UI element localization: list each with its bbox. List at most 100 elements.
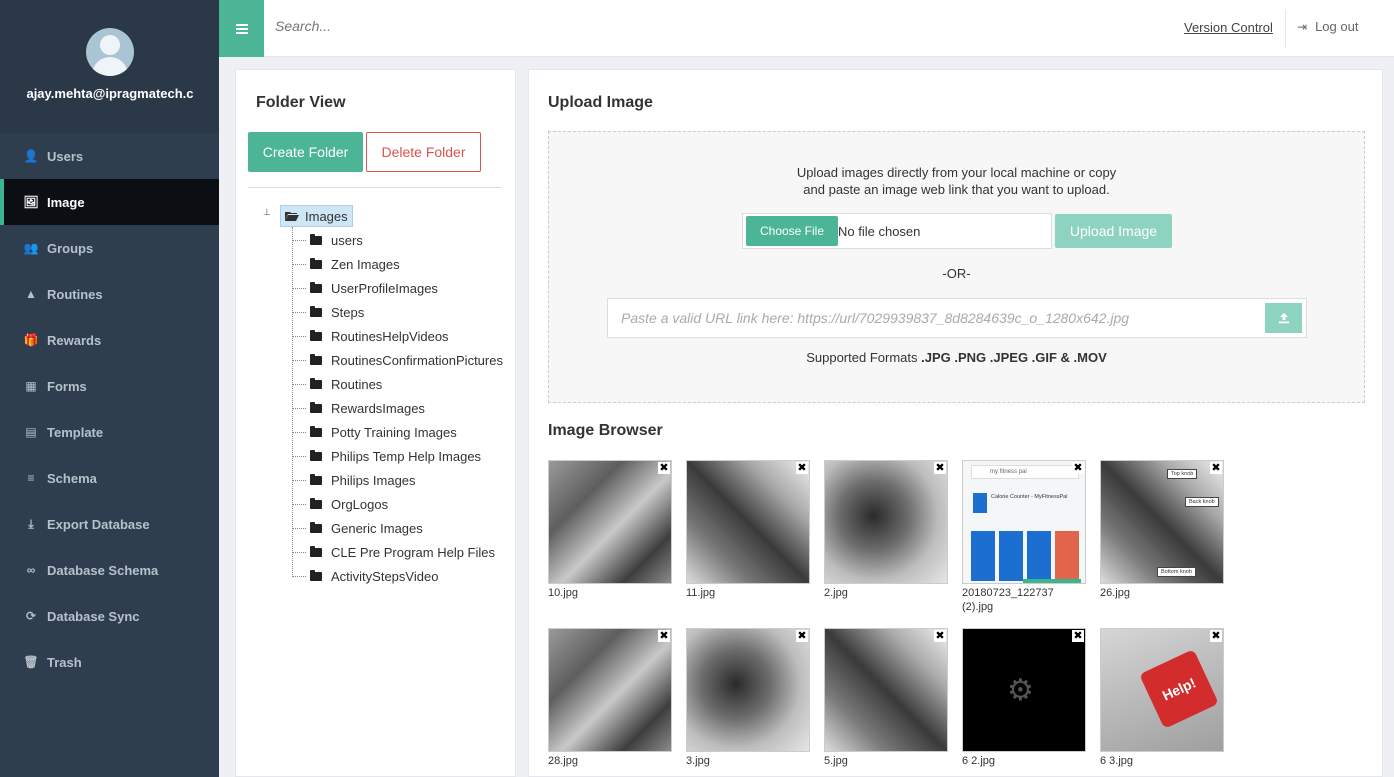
- folder-icon: [310, 449, 322, 461]
- or-separator: -OR-: [942, 266, 971, 281]
- image-thumbnail[interactable]: my fitness pal Calorie Counter - MyFitnes…: [962, 460, 1086, 614]
- folder-icon: [310, 545, 322, 557]
- logout-icon: ⇥: [1297, 19, 1308, 34]
- url-placeholder: Paste a valid URL link here: https://url…: [621, 310, 1130, 326]
- tree-folder-item[interactable]: Philips Images: [310, 470, 416, 490]
- upload-title: Upload Image: [548, 94, 653, 111]
- folder-icon: [310, 425, 322, 437]
- image-thumbnail[interactable]: Top knob Back knob Bottom knob ✖ 26.jpg: [1100, 460, 1224, 600]
- image-thumbnail[interactable]: ✖ 10.jpg: [548, 460, 672, 600]
- folder-icon: [310, 233, 322, 245]
- delete-image-icon[interactable]: ✖: [934, 462, 946, 474]
- tree-folder-item[interactable]: Steps: [310, 302, 364, 322]
- thumbnail-image[interactable]: ✖: [548, 628, 672, 752]
- upload-image-button[interactable]: Upload Image: [1055, 214, 1172, 248]
- url-input[interactable]: Paste a valid URL link here: https://url…: [607, 298, 1307, 338]
- delete-image-icon[interactable]: ✖: [1210, 462, 1222, 474]
- tree-connector: [292, 336, 306, 337]
- tree-expander-icon[interactable]: ⊥: [263, 207, 271, 218]
- thumbnail-image[interactable]: my fitness pal Calorie Counter - MyFitnes…: [962, 460, 1086, 584]
- sidebar-item-routines[interactable]: ▲ Routines: [0, 271, 219, 317]
- image-thumbnail[interactable]: Help! ✖ 6 3.jpg: [1100, 628, 1224, 768]
- sidebar-item-label: Template: [47, 424, 104, 440]
- tree-folder-item[interactable]: RoutinesConfirmationPictures: [310, 350, 503, 370]
- tree-folder-item[interactable]: Potty Training Images: [310, 422, 457, 442]
- folder-label: Zen Images: [331, 256, 400, 272]
- folder-label: Routines: [331, 376, 383, 392]
- sidebar-item-users[interactable]: 👤 Users: [0, 133, 219, 179]
- image-thumbnail[interactable]: ✖ 28.jpg: [548, 628, 672, 768]
- delete-image-icon[interactable]: ✖: [1072, 462, 1084, 474]
- delete-image-icon[interactable]: ✖: [1072, 630, 1084, 642]
- file-input[interactable]: Choose File No file chosen: [742, 213, 1052, 249]
- sidebar-item-database-schema[interactable]: ∞ Database Schema: [0, 547, 219, 593]
- tree-folder-item[interactable]: Philips Temp Help Images: [310, 446, 481, 466]
- folder-label: RoutinesHelpVideos: [331, 328, 449, 344]
- avatar[interactable]: [85, 28, 134, 76]
- tree-folder-item[interactable]: users: [310, 230, 363, 250]
- delete-image-icon[interactable]: ✖: [658, 630, 670, 642]
- delete-image-icon[interactable]: ✖: [658, 462, 670, 474]
- folder-icon: [310, 353, 322, 365]
- help-key: Help!: [1139, 649, 1219, 729]
- url-upload-button[interactable]: [1265, 303, 1302, 333]
- thumbnail-image[interactable]: Top knob Back knob Bottom knob ✖: [1100, 460, 1224, 584]
- version-control-link[interactable]: Version Control: [1184, 20, 1273, 35]
- delete-image-icon[interactable]: ✖: [796, 630, 808, 642]
- thumbnail-image[interactable]: ✖: [824, 628, 948, 752]
- thumbnail-image[interactable]: ✖: [548, 460, 672, 584]
- sidebar-item-rewards[interactable]: 🎁 Rewards: [0, 317, 219, 363]
- tree-folder-item[interactable]: UserProfileImages: [310, 278, 438, 298]
- image-thumbnail[interactable]: ✖ 2.jpg: [824, 460, 948, 600]
- thumbnail-image[interactable]: Help! ✖: [1100, 628, 1224, 752]
- sidebar-item-schema[interactable]: ≡ Schema: [0, 455, 219, 501]
- thumbnail-image[interactable]: ✖: [824, 460, 948, 584]
- tree-folder-item[interactable]: Generic Images: [310, 518, 423, 538]
- tree-root-images[interactable]: Images: [280, 205, 353, 227]
- sidebar-item-database-sync[interactable]: ⟳ Database Sync: [0, 593, 219, 639]
- tree-folder-item[interactable]: CLE Pre Program Help Files: [310, 542, 495, 562]
- app-icon: [973, 493, 987, 513]
- folder-open-icon: [285, 212, 299, 221]
- tree-folder-item[interactable]: ActivityStepsVideo: [310, 566, 438, 586]
- create-folder-button[interactable]: Create Folder: [248, 132, 363, 172]
- tree-folder-item[interactable]: RewardsImages: [310, 398, 425, 418]
- delete-folder-button[interactable]: Delete Folder: [366, 132, 481, 172]
- image-filename: 6 3.jpg: [1100, 755, 1134, 767]
- thumbnail-image[interactable]: ⚙ ✖: [962, 628, 1086, 752]
- sidebar-item-export-database[interactable]: ⤓ Export Database: [0, 501, 219, 547]
- image-icon: 🖼: [23, 195, 39, 209]
- sidebar-item-forms[interactable]: ▦ Forms: [0, 363, 219, 409]
- search-input[interactable]: [275, 18, 875, 34]
- tree-folder-item[interactable]: Zen Images: [310, 254, 400, 274]
- image-filename: 28.jpg: [548, 755, 578, 767]
- tree-folder-item[interactable]: Routines: [310, 374, 382, 394]
- delete-image-icon[interactable]: ✖: [934, 630, 946, 642]
- tree-root-label: Images: [305, 208, 348, 224]
- folder-label: Steps: [331, 304, 365, 320]
- image-thumbnail[interactable]: ⚙ ✖ 6 2.jpg: [962, 628, 1086, 768]
- tree-connector: [292, 264, 306, 265]
- thumbnail-image[interactable]: ✖: [686, 628, 810, 752]
- sidebar-item-image[interactable]: 🖼 Image: [0, 179, 219, 225]
- choose-file-button[interactable]: Choose File: [746, 216, 838, 246]
- gift-icon: 🎁: [23, 333, 39, 347]
- tree-folder-item[interactable]: RoutinesHelpVideos: [310, 326, 449, 346]
- sidebar-item-groups[interactable]: 👥 Groups: [0, 225, 219, 271]
- image-filename: 10.jpg: [548, 587, 578, 599]
- folder-icon: [310, 329, 322, 341]
- folder-icon: [310, 521, 322, 533]
- image-thumbnail[interactable]: ✖ 11.jpg: [686, 460, 810, 600]
- upload-dropzone[interactable]: Upload images directly from your local m…: [548, 131, 1365, 403]
- sidebar-item-trash[interactable]: 🗑 Trash: [0, 639, 219, 685]
- logout-button[interactable]: ⇥ Log out: [1297, 19, 1358, 34]
- menu-toggle-button[interactable]: [219, 0, 264, 57]
- image-thumbnail[interactable]: ✖ 5.jpg: [824, 628, 948, 768]
- delete-image-icon[interactable]: ✖: [796, 462, 808, 474]
- folder-label: Potty Training Images: [331, 424, 457, 440]
- thumbnail-image[interactable]: ✖: [686, 460, 810, 584]
- sidebar-item-template[interactable]: ▤ Template: [0, 409, 219, 455]
- image-thumbnail[interactable]: ✖ 3.jpg: [686, 628, 810, 768]
- delete-image-icon[interactable]: ✖: [1210, 630, 1222, 642]
- tree-folder-item[interactable]: OrgLogos: [310, 494, 388, 514]
